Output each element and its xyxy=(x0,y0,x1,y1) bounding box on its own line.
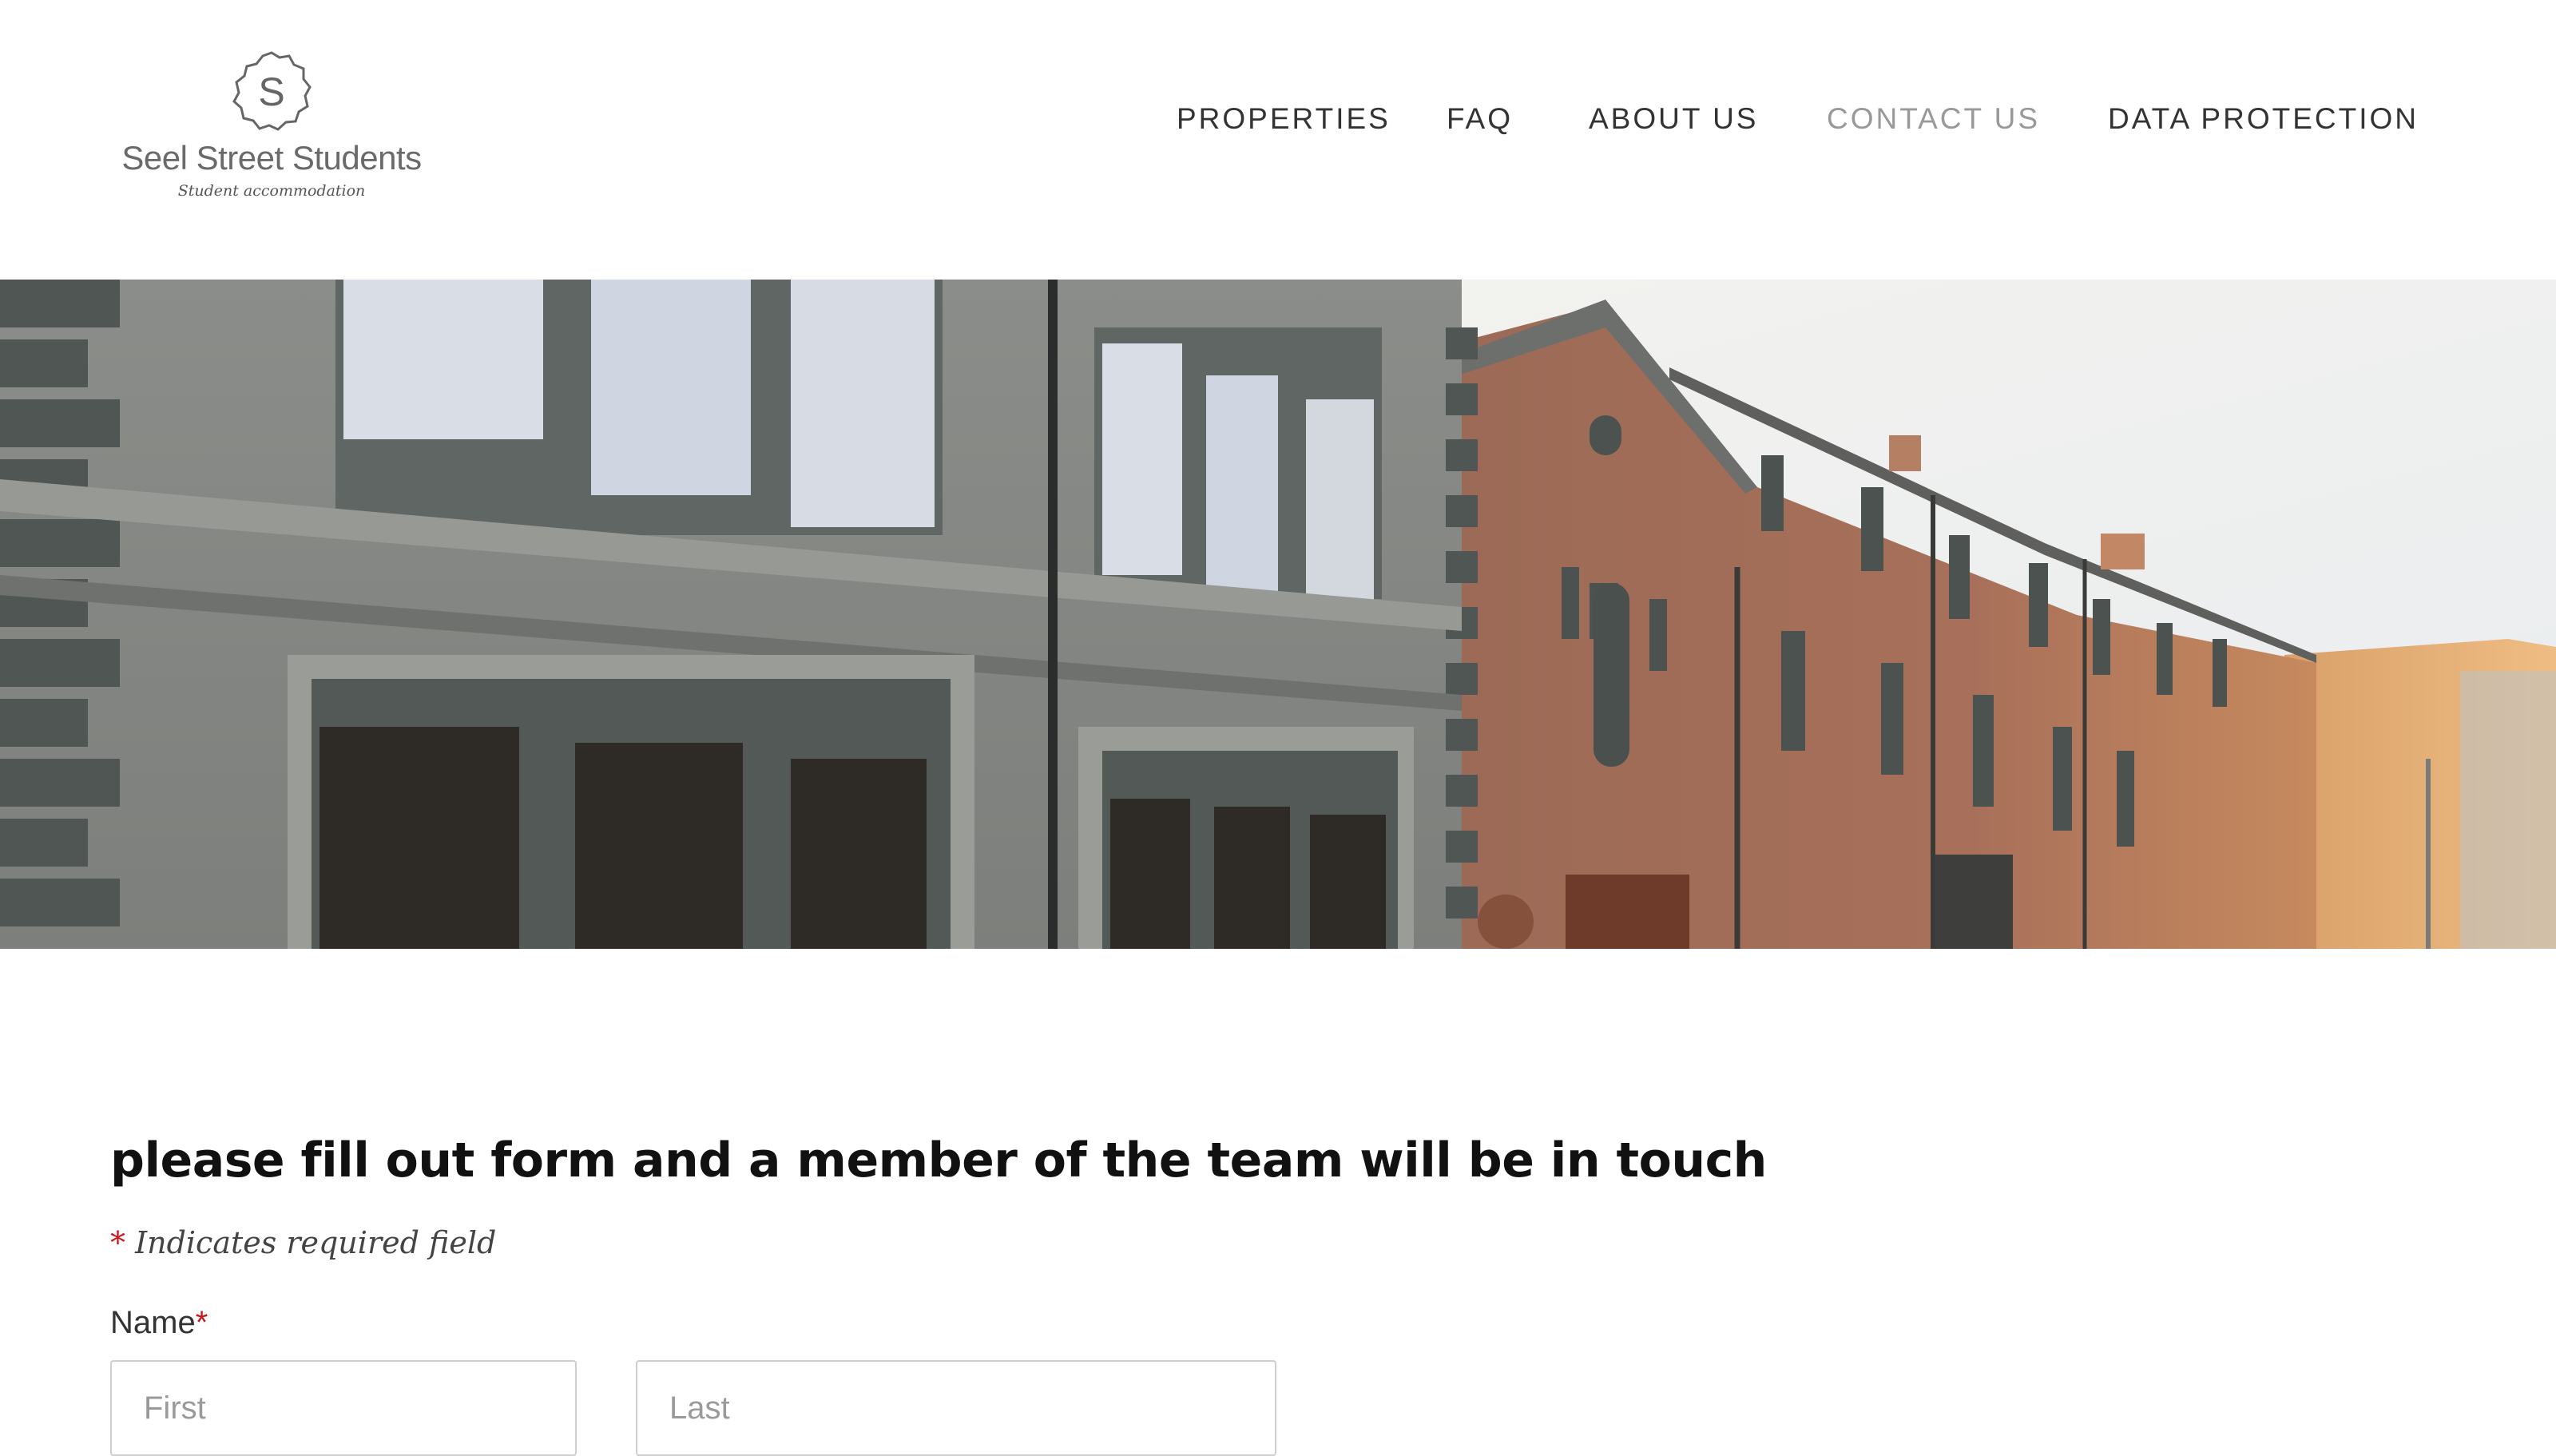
logo-name: Seel Street Students xyxy=(121,139,422,177)
first-name-input[interactable] xyxy=(110,1360,577,1456)
site-logo[interactable]: S Seel Street Students Student accommoda… xyxy=(120,50,423,209)
name-label-text: Name xyxy=(110,1305,196,1340)
nav-faq[interactable]: FAQ xyxy=(1447,102,1513,136)
required-note-text: Indicates required field xyxy=(135,1225,497,1260)
logo-tagline: Student accommodation xyxy=(177,182,366,200)
nav-contact-us[interactable]: CONTACT US xyxy=(1827,102,2040,136)
site-header: S Seel Street Students Student accommoda… xyxy=(0,0,2556,280)
required-star: * xyxy=(110,1225,125,1260)
hero-banner xyxy=(0,280,2556,949)
name-required-star: * xyxy=(195,1305,208,1340)
hero-street-image xyxy=(0,280,2556,949)
logo-badge-icon: S xyxy=(232,51,312,131)
nav-data-protection[interactable]: DATA PROTECTION xyxy=(2108,102,2419,136)
required-note: * Indicates required field xyxy=(110,1225,496,1260)
nav-about-us[interactable]: ABOUT US xyxy=(1589,102,1758,136)
form-title: please fill out form and a member of the… xyxy=(110,1132,1767,1188)
last-name-input[interactable] xyxy=(636,1360,1276,1456)
name-field-label: Name* xyxy=(110,1305,208,1341)
nav-properties[interactable]: PROPERTIES xyxy=(1177,102,1391,136)
logo-monogram: S xyxy=(258,69,284,114)
